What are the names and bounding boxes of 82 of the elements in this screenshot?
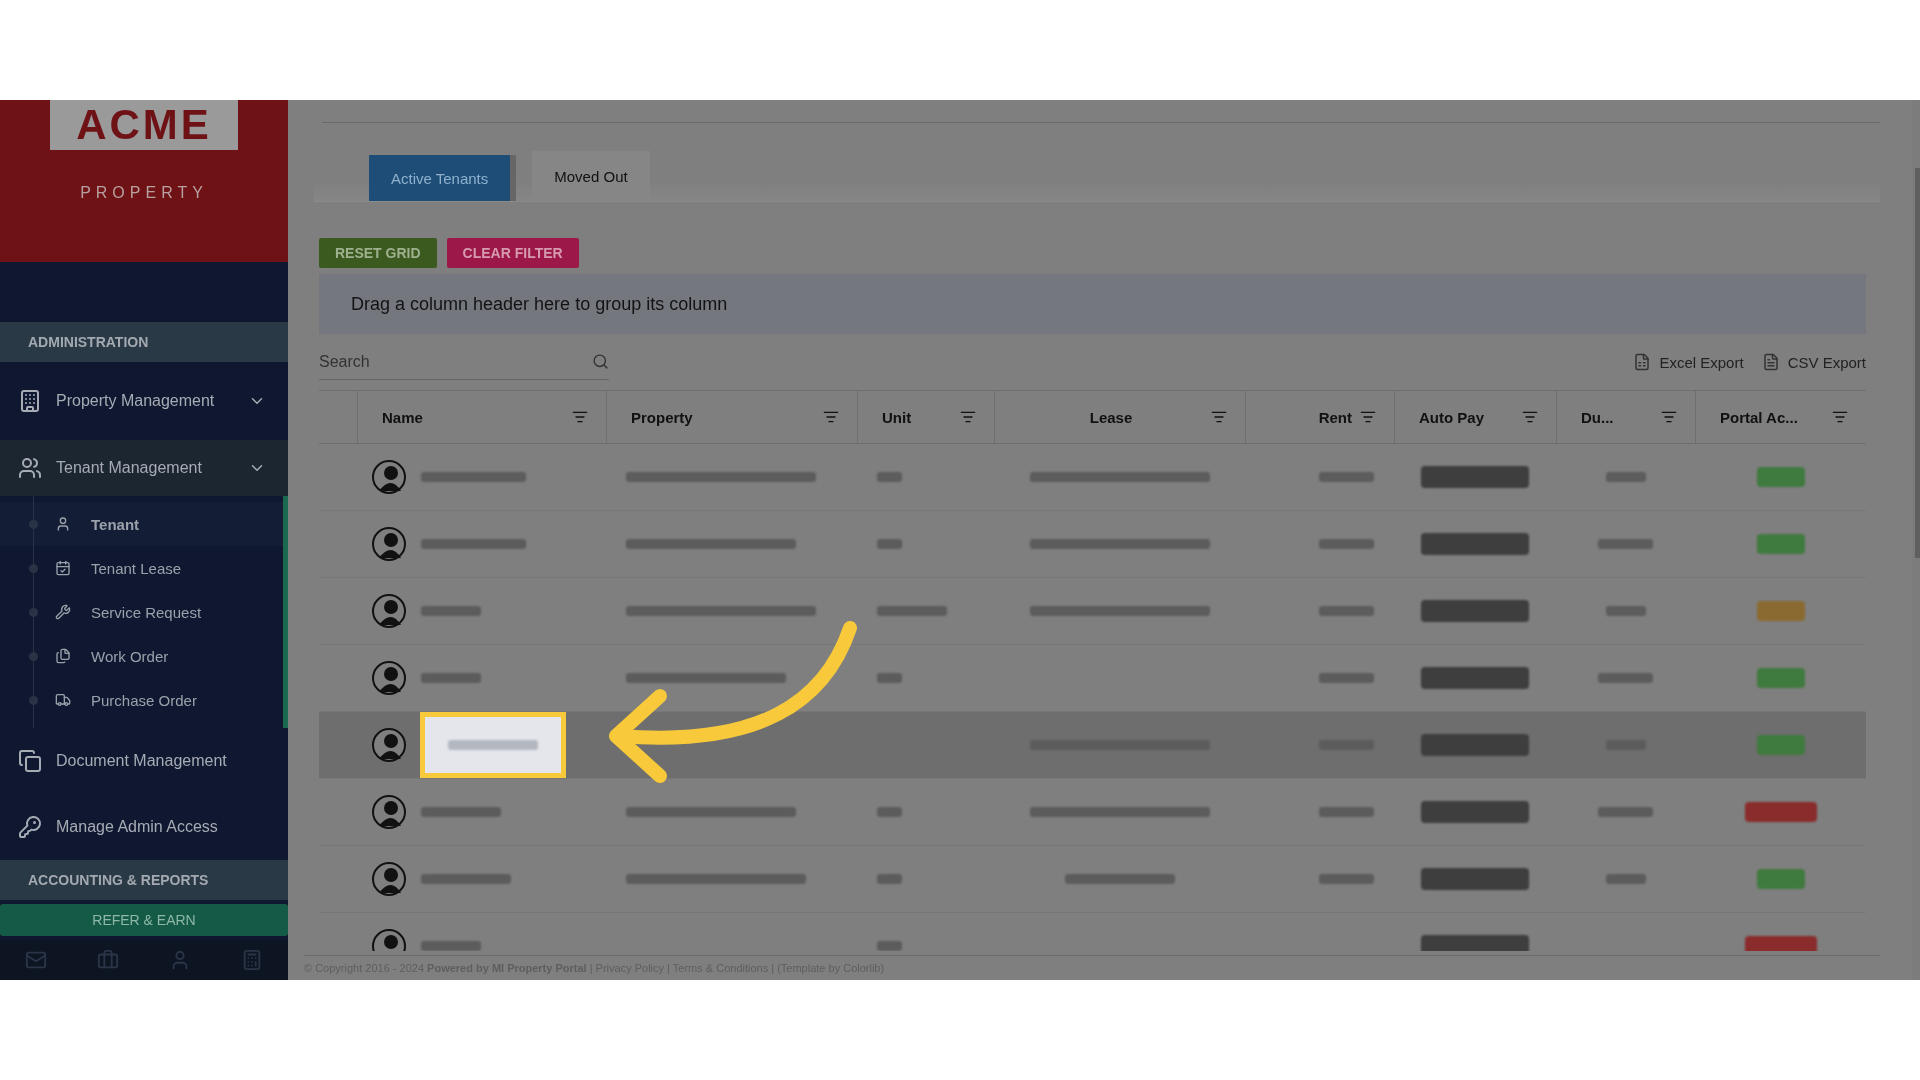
blurred-text	[877, 539, 902, 549]
logo-title: ACME	[50, 100, 238, 150]
avatar-icon	[371, 459, 407, 495]
users-icon	[18, 456, 42, 480]
refer-button[interactable]: REFER & EARN	[0, 904, 288, 936]
truck-icon	[55, 692, 71, 708]
submenu-item[interactable]: Purchase Order	[0, 678, 283, 722]
clear-filter-button[interactable]: CLEAR FILTER	[446, 238, 579, 268]
files-icon	[55, 648, 71, 664]
blurred-text	[421, 606, 481, 616]
blurred-text	[421, 673, 481, 683]
blurred-text	[1598, 539, 1653, 549]
blurred-text	[1319, 606, 1374, 616]
column-header[interactable]: Du...	[1581, 408, 1653, 426]
user-icon	[55, 516, 71, 532]
group-panel: Drag a column header here to group its column	[319, 274, 1866, 334]
reset-grid-button[interactable]: RESET GRID	[319, 238, 437, 268]
submenu-item[interactable]: Tenant	[0, 502, 283, 546]
blurred-text	[1319, 539, 1374, 549]
filter-icon[interactable]	[1211, 409, 1227, 425]
mail-icon[interactable]	[25, 949, 47, 971]
avatar-icon	[371, 727, 407, 763]
briefcase-icon[interactable]	[97, 949, 119, 971]
blurred-text	[877, 874, 902, 884]
search-field[interactable]: Search	[319, 352, 592, 371]
sidebar-item[interactable]: Manage Admin Access	[0, 794, 288, 860]
blurred-text	[877, 606, 947, 616]
submenu-item[interactable]: Tenant Lease	[0, 546, 283, 590]
blurred-text	[1605, 606, 1646, 616]
blurred-text	[1319, 874, 1374, 884]
filter-icon[interactable]	[572, 409, 588, 425]
calendar-icon	[55, 560, 71, 576]
wrench-icon	[55, 604, 71, 620]
section-header: ACCOUNTING & REPORTS	[0, 860, 288, 900]
submenu-item[interactable]: Work Order	[0, 634, 283, 678]
column-header[interactable]: Name	[382, 408, 564, 426]
documents-icon	[18, 749, 42, 773]
blurred-text	[877, 941, 902, 951]
blurred-text	[1605, 874, 1646, 884]
logo-subtitle: PROPERTY	[80, 184, 208, 202]
blurred-text	[877, 807, 902, 817]
filter-icon[interactable]	[960, 409, 976, 425]
column-header[interactable]: Lease	[1019, 408, 1203, 426]
column-header[interactable]: Portal Ac...	[1720, 408, 1824, 426]
blurred-text	[1319, 673, 1374, 683]
column-header[interactable]: Rent	[1270, 408, 1352, 426]
blurred-text	[877, 472, 902, 482]
sidebar-item[interactable]: Tenant Management	[0, 440, 288, 496]
avatar-icon	[371, 794, 407, 830]
key-icon	[18, 815, 42, 839]
column-header[interactable]: Unit	[882, 408, 952, 426]
file-icon	[1761, 353, 1780, 371]
filter-icon[interactable]	[1661, 409, 1677, 425]
column-header[interactable]: Property	[631, 408, 815, 426]
avatar-icon	[371, 861, 407, 897]
blurred-text	[1598, 807, 1653, 817]
filter-icon[interactable]	[1522, 409, 1538, 425]
blurred-text	[421, 941, 481, 951]
arrow-icon	[609, 621, 857, 783]
export-button[interactable]: CSV Export	[1761, 353, 1866, 371]
avatar-icon	[371, 660, 407, 696]
blurred-text	[1319, 807, 1374, 817]
blurred-text	[1605, 472, 1646, 482]
avatar-icon	[371, 526, 407, 562]
calculator-icon[interactable]	[241, 949, 263, 971]
sidebar-item[interactable]: Document Management	[0, 728, 288, 794]
avatar-icon	[371, 593, 407, 629]
export-button[interactable]: Excel Export	[1633, 353, 1744, 371]
file-icon	[1633, 353, 1652, 371]
filter-icon[interactable]	[823, 409, 839, 425]
blurred-text	[877, 673, 902, 683]
filter-icon[interactable]	[1832, 409, 1848, 425]
filter-icon[interactable]	[1360, 409, 1376, 425]
blurred-text	[1598, 673, 1653, 683]
blurred-text	[1319, 472, 1374, 482]
tab[interactable]: Active Tenants	[369, 155, 517, 201]
sidebar-item[interactable]: Property Management	[0, 362, 288, 440]
section-header: ADMINISTRATION	[0, 322, 288, 362]
search-icon	[592, 353, 609, 370]
column-header[interactable]: Auto Pay	[1419, 408, 1514, 426]
submenu-item[interactable]: Service Request	[0, 590, 283, 634]
building-icon	[18, 389, 42, 413]
